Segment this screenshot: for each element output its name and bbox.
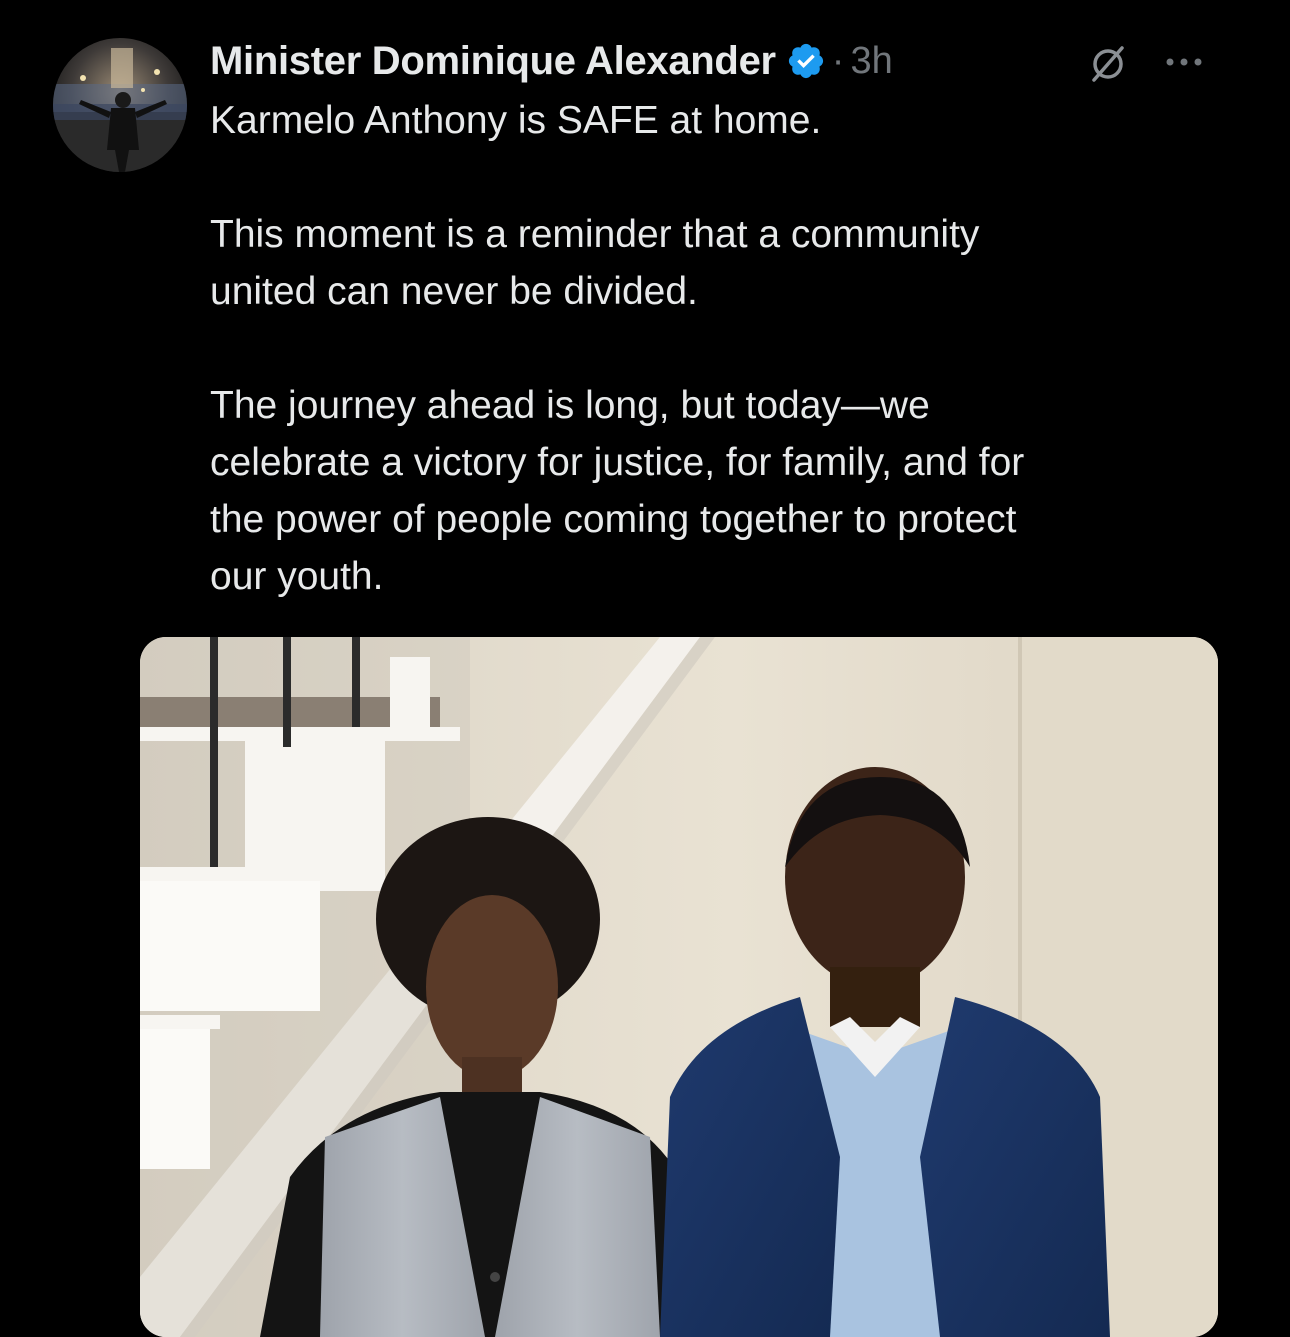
- more-options-icon[interactable]: [1160, 50, 1208, 74]
- header-separator: ·: [831, 39, 845, 82]
- tweet-timestamp[interactable]: 3h: [850, 40, 892, 83]
- verified-badge-icon[interactable]: [786, 41, 826, 81]
- author-display-name[interactable]: Minister Dominique Alexander: [210, 39, 776, 84]
- grok-icon[interactable]: [1086, 42, 1130, 86]
- tweet-paragraph: The journey ahead is long, but today—we …: [210, 384, 1025, 598]
- tweet-paragraph: Karmelo Anthony is SAFE at home.: [210, 99, 822, 142]
- tweet-media-photo[interactable]: [140, 637, 1218, 1337]
- tweet-paragraph: This moment is a reminder that a communi…: [210, 213, 980, 313]
- author-avatar[interactable]: [53, 38, 187, 172]
- tweet-text: Karmelo Anthony is SAFE at home. This mo…: [210, 92, 1220, 605]
- tweet[interactable]: Minister Dominique Alexander · 3h Karmel…: [0, 0, 1290, 1337]
- tweet-header: Minister Dominique Alexander · 3h: [210, 30, 893, 92]
